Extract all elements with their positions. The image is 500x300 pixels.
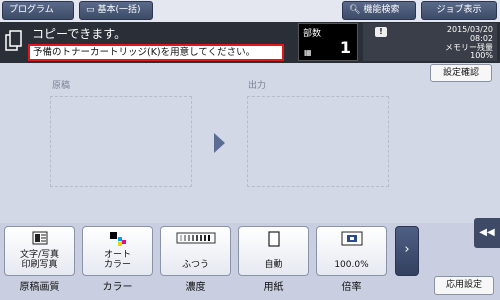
function-search-label: 機能検索 — [363, 5, 400, 15]
info-panel: ! 2015/03/20 08:02 メモリー残量 100% — [363, 23, 497, 61]
output-label: 出力 — [248, 81, 267, 91]
density-button[interactable]: ふつう — [160, 226, 231, 276]
memory-value: 100% — [470, 51, 493, 60]
original-quality-caption: 原稿画質 — [19, 282, 60, 293]
job-display-label: ジョブ表示 — [436, 5, 482, 15]
warning-icon: ! — [375, 27, 387, 37]
zoom-value: 100.0% — [334, 260, 369, 270]
original-quality-button[interactable]: 文字/写真 印刷写真 — [4, 226, 75, 276]
paper-value: 自動 — [264, 260, 283, 270]
color-icon — [83, 231, 152, 250]
color-button[interactable]: オート カラー — [82, 226, 153, 276]
density-value: ふつう — [181, 260, 209, 270]
color-value: オート カラー — [103, 250, 131, 270]
double-chevron-left-icon: ◀◀ — [479, 227, 495, 238]
function-search-button[interactable]: 🔍︎ 機能検索 — [342, 1, 416, 20]
original-label: 原稿 — [52, 81, 71, 91]
job-display-button[interactable]: ジョブ表示 — [421, 1, 497, 20]
original-preview — [50, 96, 192, 187]
zoom-icon — [317, 231, 386, 250]
paper-caption: 用紙 — [263, 282, 284, 293]
chevron-right-icon: › — [404, 242, 410, 257]
original-quality-value: 文字/写真 印刷写真 — [19, 250, 60, 270]
copies-counter[interactable]: 部数 ▦ 1 — [298, 23, 358, 61]
status-title: コピーできます。 — [32, 27, 127, 41]
copy-mode-icon: ▭ — [86, 5, 95, 15]
basic-mode-button[interactable]: ▭ 基本(一括) — [79, 1, 153, 20]
side-panel-toggle[interactable]: ◀◀ — [474, 218, 500, 248]
color-caption: カラー — [102, 282, 133, 293]
keypad-icon: ▦ — [304, 48, 312, 57]
top-bar: プログラム ▭ 基本(一括) 🔍︎ 機能検索 ジョブ表示 — [0, 0, 500, 22]
settings-confirm-button[interactable]: 設定確認 — [430, 64, 492, 82]
paper-icon — [239, 231, 308, 250]
date-text: 2015/03/20 — [446, 25, 493, 34]
copies-value: 1 — [339, 38, 351, 57]
zoom-caption: 倍率 — [341, 282, 362, 293]
document-quality-icon — [5, 231, 74, 248]
more-functions-button[interactable]: › — [395, 226, 419, 276]
arrow-right-icon — [214, 133, 225, 153]
zoom-button[interactable]: 100.0% — [316, 226, 387, 276]
output-preview — [247, 96, 389, 187]
advanced-settings-button[interactable]: 応用設定 — [434, 276, 494, 295]
density-icon — [161, 231, 230, 248]
basic-mode-label: 基本(一括) — [97, 5, 141, 15]
search-icon: 🔍︎ — [349, 5, 361, 15]
program-button-label: プログラム — [9, 5, 54, 15]
copy-icon — [5, 30, 22, 51]
copies-label: 部数 — [303, 29, 322, 39]
toner-warning-message: 予備のトナーカートリッジ(K)を用意してください。 — [28, 44, 284, 61]
density-caption: 濃度 — [185, 282, 206, 293]
paper-button[interactable]: 自動 — [238, 226, 309, 276]
program-button[interactable]: プログラム — [2, 1, 74, 20]
